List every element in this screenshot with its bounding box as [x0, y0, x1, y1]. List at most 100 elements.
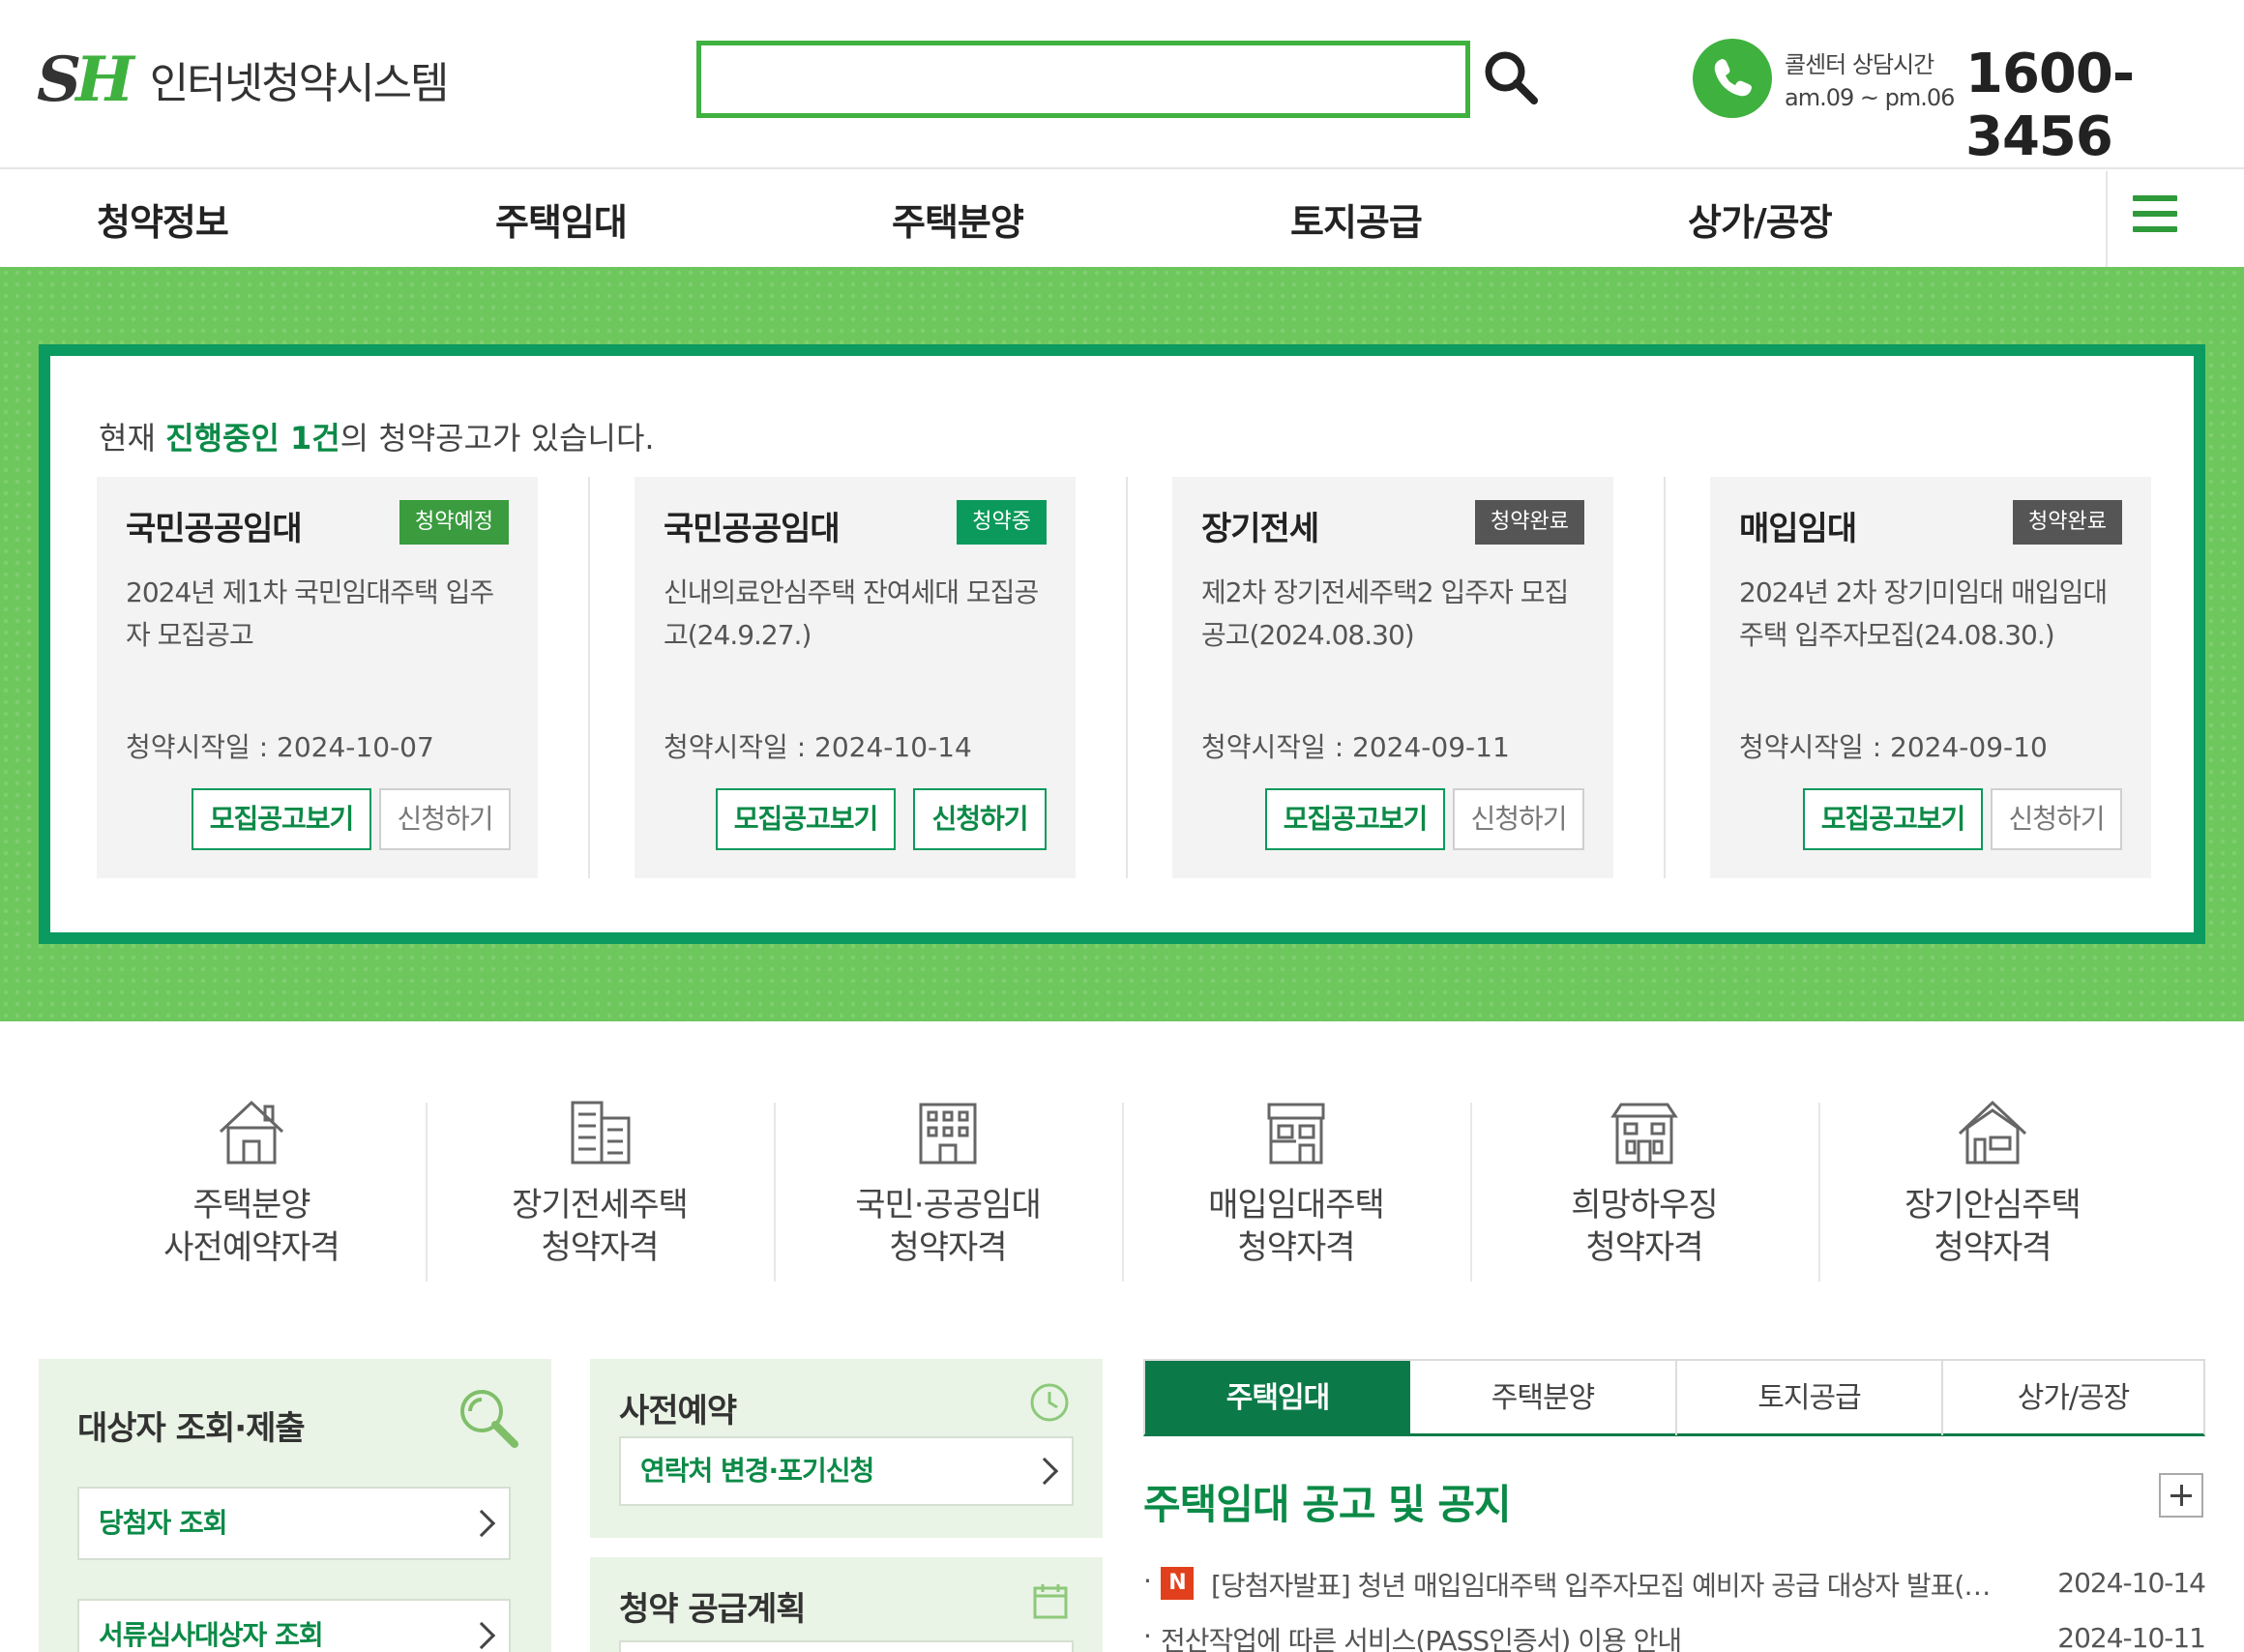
- phone-icon: [1693, 39, 1772, 118]
- quick-link-public-rental[interactable]: 국민·공공임대 청약자격: [774, 1093, 1122, 1282]
- notice-panel: 현재 진행중인 1건의 청약공고가 있습니다. 국민공공임대 청약예정 2024…: [39, 344, 2205, 944]
- calendar-icon: [1033, 1584, 1068, 1619]
- townhouse-icon: [1267, 1103, 1325, 1165]
- logo-mark: SH: [37, 43, 134, 116]
- nav-item-housing-sale[interactable]: 주택분양: [892, 192, 1024, 246]
- news-item[interactable]: · 전산작업에 따른 서비스(PASS인증서) 이용 안내 2024-10-11: [1143, 1620, 2207, 1652]
- magnifier-icon: [460, 1390, 518, 1448]
- nav-item-commercial-factory[interactable]: 상가/공장: [1688, 192, 1833, 246]
- tab-housing-rental[interactable]: 주택임대: [1145, 1361, 1410, 1435]
- building-icon: [919, 1103, 977, 1165]
- nav-item-land-supply[interactable]: 토지공급: [1290, 192, 1423, 246]
- plus-icon[interactable]: [2159, 1473, 2203, 1518]
- news-section-title: 주택임대 공고 및 공지: [1143, 1481, 1512, 1528]
- chevron-right-icon: [467, 1621, 496, 1650]
- status-badge: 청약중: [957, 500, 1047, 545]
- card-start-date: 청약시작일 : 2024-10-14: [664, 731, 972, 763]
- quick-link-hope-housing[interactable]: 희망하우징 청약자격: [1470, 1093, 1818, 1282]
- view-notice-button[interactable]: 모집공고보기: [1803, 788, 1983, 850]
- lookup-title: 대상자 조회·제출: [77, 1409, 306, 1448]
- notice-card: 매입임대 청약완료 2024년 2차 장기미임대 매입임대주택 입주자모집(24…: [1710, 477, 2151, 878]
- status-badge: 청약예정: [399, 500, 509, 545]
- search-input[interactable]: [701, 45, 1465, 113]
- search-box: [696, 41, 1470, 118]
- bullet-dot: ·: [1143, 1565, 1152, 1597]
- card-title: 국민공공임대: [126, 510, 303, 548]
- supply-plan-box[interactable]: 청약 공급계획: [590, 1557, 1103, 1652]
- card-description[interactable]: 2024년 2차 장기미임대 매입임대주택 입주자모집(24.08.30.): [1739, 572, 2126, 657]
- status-badge: 청약완료: [1475, 500, 1584, 545]
- nav-divider: [2106, 171, 2108, 267]
- card-description[interactable]: 2024년 제1차 국민임대주택 입주자 모집공고: [126, 572, 513, 657]
- notice-card: 장기전세 청약완료 제2차 장기전세주택2 입주자 모집공고(2024.08.3…: [1172, 477, 1613, 878]
- contact-change-cancel-link[interactable]: 연락처 변경·포기신청: [619, 1436, 1074, 1506]
- card-divider: [1664, 477, 1666, 878]
- search-icon[interactable]: [1480, 46, 1542, 108]
- quick-link-long-term-safe-housing[interactable]: 장기안심주택 청약자격: [1818, 1093, 2167, 1282]
- card-start-date: 청약시작일 : 2024-09-11: [1201, 731, 1510, 763]
- news-item-date: 2024-10-11: [2057, 1622, 2206, 1652]
- winner-lookup-link[interactable]: 당첨자 조회: [77, 1487, 511, 1560]
- notice-banner: 현재 진행중인 1건의 청약공고가 있습니다. 국민공공임대 청약예정 2024…: [0, 267, 2244, 1021]
- menu-icon[interactable]: [2133, 195, 2177, 240]
- card-title: 국민공공임대: [664, 510, 841, 548]
- callcenter-hours: am.09 ~ pm.06: [1785, 84, 1955, 111]
- announcement-tabs: 주택임대 주택분양 토지공급 상가/공장: [1143, 1359, 2205, 1436]
- nav-item-housing-rental[interactable]: 주택임대: [495, 192, 628, 246]
- notice-card: 국민공공임대 청약예정 2024년 제1차 국민임대주택 입주자 모집공고 청약…: [97, 477, 538, 878]
- card-description[interactable]: 제2차 장기전세주택2 입주자 모집공고(2024.08.30): [1201, 572, 1588, 657]
- clock-icon: [1030, 1383, 1069, 1422]
- supply-plan-link[interactable]: [619, 1640, 1074, 1652]
- card-start-date: 청약시작일 : 2024-10-07: [126, 731, 434, 763]
- prereserve-title: 사전예약: [619, 1392, 737, 1431]
- main-nav: 청약정보 주택임대 주택분양 토지공급 상가/공장: [0, 171, 2244, 267]
- tab-land-supply[interactable]: 토지공급: [1677, 1361, 1941, 1435]
- document-review-lookup-link[interactable]: 서류심사대상자 조회: [77, 1599, 511, 1652]
- callcenter-label: 콜센터 상담시간: [1785, 51, 1934, 78]
- card-title: 매입임대: [1739, 510, 1857, 548]
- home-icon: [1958, 1100, 2027, 1165]
- apply-button[interactable]: 신청하기: [1453, 788, 1584, 850]
- lookup-box: 대상자 조회·제출 당첨자 조회 서류심사대상자 조회: [39, 1359, 551, 1652]
- news-item-title[interactable]: 전산작업에 따른 서비스(PASS인증서) 이용 안내: [1161, 1620, 2012, 1652]
- status-badge: 청약완료: [2013, 500, 2122, 545]
- callcenter-info: 콜센터 상담시간 am.09 ~ pm.06: [1785, 48, 1955, 114]
- tab-housing-sale[interactable]: 주택분양: [1410, 1361, 1675, 1435]
- apply-button[interactable]: 신청하기: [1991, 788, 2122, 850]
- bullet-dot: ·: [1143, 1620, 1152, 1652]
- prereserve-box: 사전예약 연락처 변경·포기신청: [590, 1359, 1103, 1538]
- nav-item-subscription-info[interactable]: 청약정보: [97, 192, 229, 246]
- apartment-icon: [571, 1101, 631, 1165]
- card-start-date: 청약시작일 : 2024-09-10: [1739, 731, 2048, 763]
- view-notice-button[interactable]: 모집공고보기: [192, 788, 371, 850]
- notice-count: 진행중인 1건: [165, 420, 340, 457]
- logo-text: 인터넷청약시스템: [149, 59, 450, 108]
- quick-link-housing-sale[interactable]: 주택분양 사전예약자격: [77, 1093, 426, 1282]
- quick-link-purchase-rental[interactable]: 매입임대주택 청약자격: [1122, 1093, 1470, 1282]
- card-divider: [588, 477, 590, 878]
- site-header: SH 인터넷청약시스템 콜센터 상담시간 am.09 ~ pm.06 1600-…: [0, 0, 2244, 169]
- notice-card: 국민공공임대 청약중 신내의료안심주택 잔여세대 모집공고(24.9.27.) …: [635, 477, 1076, 878]
- view-notice-button[interactable]: 모집공고보기: [1265, 788, 1445, 850]
- news-item-title[interactable]: [당첨자발표] 청년 매입임대주택 입주자모집 예비자 공급 대상자 발표(…: [1211, 1565, 2014, 1604]
- news-item[interactable]: · N [당첨자발표] 청년 매입임대주택 입주자모집 예비자 공급 대상자 발…: [1143, 1565, 2207, 1608]
- chevron-right-icon: [467, 1509, 496, 1538]
- eligibility-links: 주택분양 사전예약자격 장기전세주택 청약자격 국민·공공임대 청약자격 매입임…: [0, 1093, 2244, 1286]
- quick-link-long-term-jeonse[interactable]: 장기전세주택 청약자격: [426, 1093, 774, 1282]
- sh-logo[interactable]: SH 인터넷청약시스템: [37, 41, 450, 118]
- view-notice-button[interactable]: 모집공고보기: [716, 788, 896, 850]
- house-icon: [219, 1100, 284, 1165]
- card-description[interactable]: 신내의료안심주택 잔여세대 모집공고(24.9.27.): [664, 572, 1050, 657]
- apply-button[interactable]: 신청하기: [913, 788, 1047, 850]
- chevron-right-icon: [1030, 1457, 1059, 1486]
- news-item-date: 2024-10-14: [2057, 1567, 2206, 1599]
- new-badge: N: [1161, 1567, 1194, 1600]
- supply-plan-title: 청약 공급계획: [619, 1590, 807, 1629]
- card-title: 장기전세: [1201, 510, 1319, 548]
- callcenter-phone: 1600-3456: [1965, 43, 2135, 168]
- apply-button[interactable]: 신청하기: [379, 788, 511, 850]
- card-divider: [1126, 477, 1128, 878]
- notice-summary: 현재 진행중인 1건의 청약공고가 있습니다.: [99, 420, 655, 457]
- tab-commercial-factory[interactable]: 상가/공장: [1943, 1361, 2203, 1435]
- dormitory-icon: [1610, 1103, 1678, 1165]
